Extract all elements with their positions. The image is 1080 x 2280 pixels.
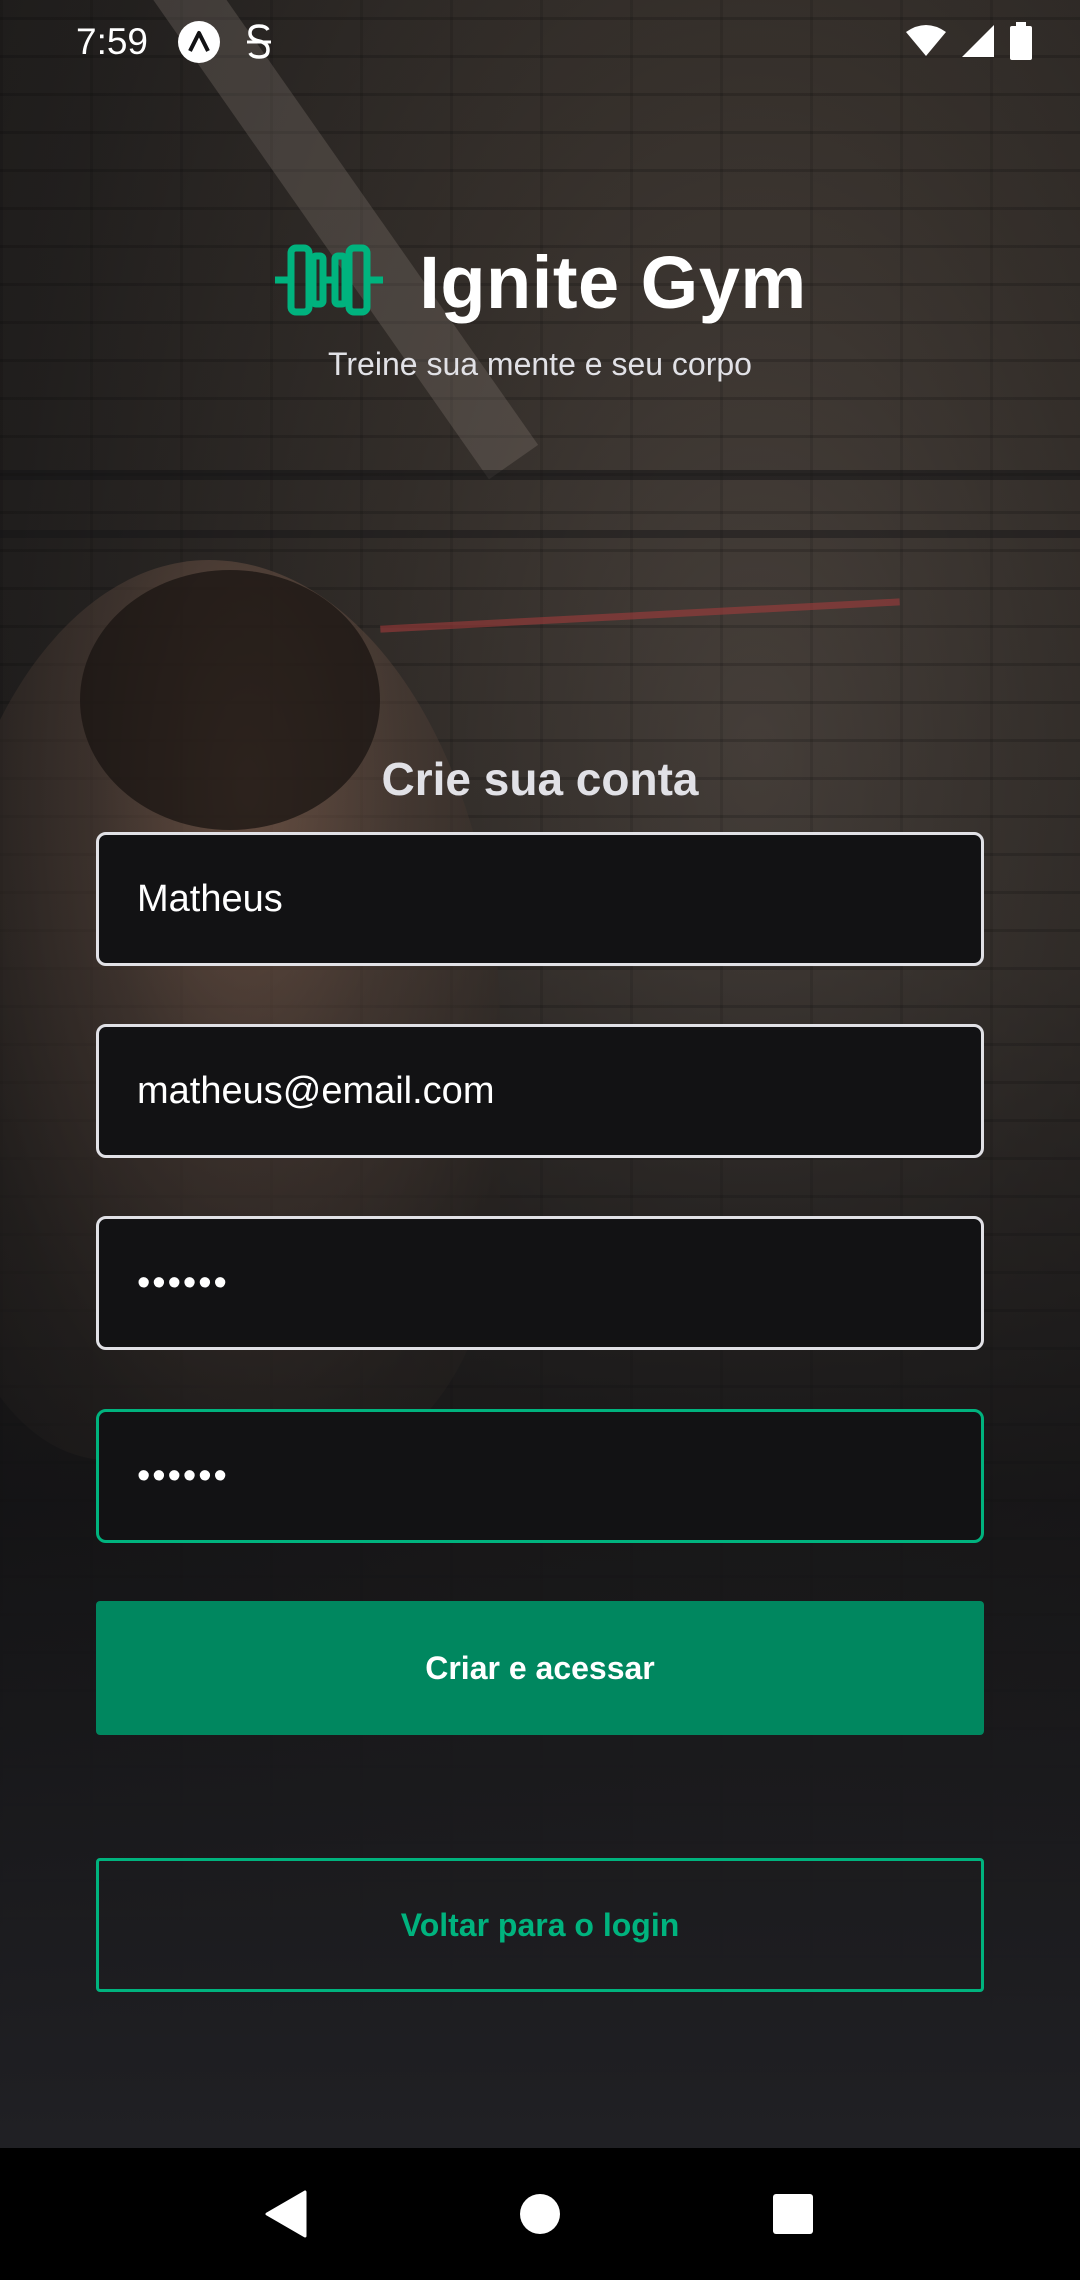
back-to-login-label: Voltar para o login [400, 1906, 680, 1943]
wifi-icon [906, 24, 946, 63]
status-right-icons [906, 22, 1032, 65]
navigation-bar [0, 2148, 1080, 2280]
create-account-button[interactable]: Criar e acessar [96, 1601, 984, 1735]
app-a-icon [178, 21, 221, 63]
recents-icon[interactable] [753, 2174, 833, 2254]
form-title: Crie sua conta [381, 753, 699, 805]
password-value: •••••• [137, 1261, 229, 1304]
home-icon[interactable] [500, 2174, 580, 2254]
confirm-password-input[interactable]: •••••• [96, 1409, 984, 1543]
tagline: Treine sua mente e seu corpo [328, 346, 752, 382]
create-account-label: Criar e acessar [425, 1649, 655, 1686]
email-input[interactable]: matheus@email.com [96, 1024, 984, 1158]
signal-icon [960, 23, 996, 64]
dumbbell-icon [273, 242, 385, 323]
battery-icon [1010, 22, 1032, 65]
s-icon [238, 21, 280, 63]
status-time: 7:59 [76, 21, 149, 62]
status-bar: 7:59 [0, 0, 1080, 84]
back-icon[interactable] [247, 2174, 327, 2254]
name-input[interactable]: Matheus [96, 832, 984, 966]
password-input[interactable]: •••••• [96, 1216, 984, 1350]
name-value: Matheus [137, 877, 283, 920]
app-logo: Ignite Gym [0, 240, 1080, 325]
confirm-password-value: •••••• [137, 1454, 229, 1497]
app-title: Ignite Gym [419, 241, 807, 324]
email-value: matheus@email.com [137, 1069, 495, 1112]
back-to-login-button[interactable]: Voltar para o login [96, 1858, 984, 1992]
